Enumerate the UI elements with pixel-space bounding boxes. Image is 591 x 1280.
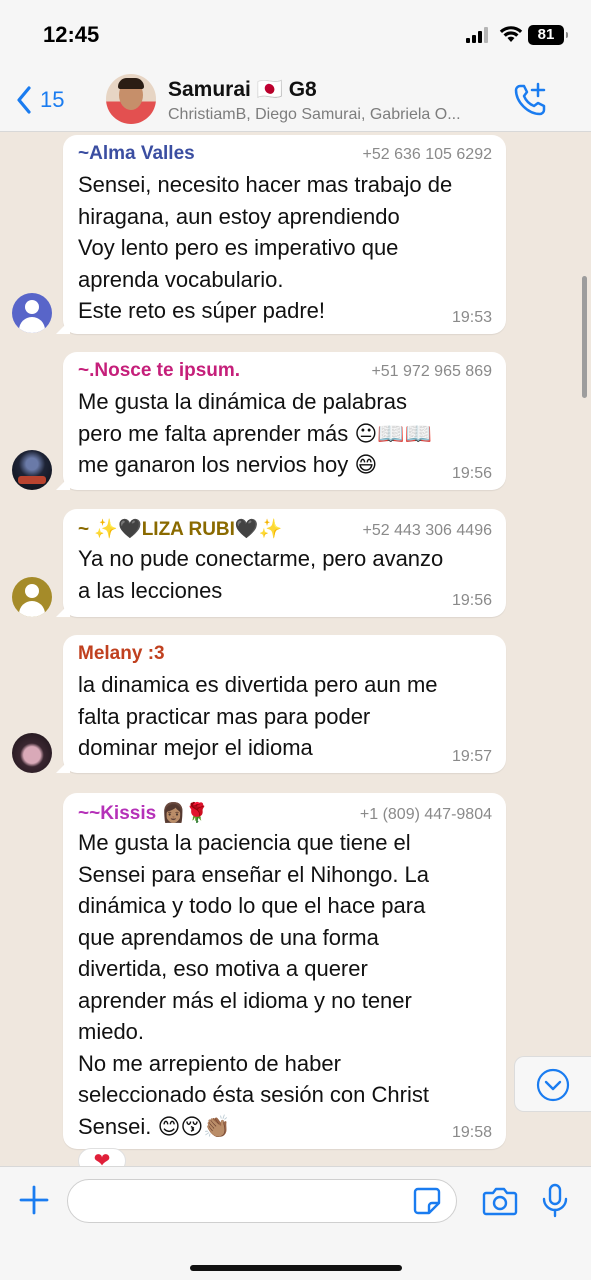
sender-avatar[interactable] (12, 577, 52, 617)
group-title[interactable]: Samurai 🇯🇵 G8 (168, 78, 317, 102)
message-bubble[interactable]: ~ ✨🖤LIZA RUBI🖤✨ +52 443 306 4496 Ya no p… (56, 509, 506, 617)
sender-avatar[interactable] (12, 733, 52, 773)
group-members[interactable]: ChristiamB, Diego Samurai, Gabriela O... (168, 106, 496, 124)
battery-indicator: 81 (528, 25, 568, 45)
sender-name[interactable]: ~~Kissis 👩🏽🌹 (78, 801, 209, 825)
composer-bar (0, 1166, 591, 1280)
cellular-signal-icon (466, 27, 488, 43)
sender-phone: +52 636 105 6292 (362, 146, 492, 163)
chevron-down-circle-icon (536, 1068, 570, 1102)
add-call-icon[interactable] (512, 82, 548, 118)
message-bubble[interactable]: ~~Kissis 👩🏽🌹 +1 (809) 447-9804 Me gusta … (63, 793, 506, 1149)
camera-icon[interactable] (482, 1185, 518, 1217)
wifi-icon (499, 26, 523, 42)
message-time: 19:56 (451, 592, 492, 609)
message-bubble[interactable]: Melany :3 la dinamica es divertida pero … (56, 635, 506, 773)
unread-count: 15 (40, 87, 65, 112)
chat-area[interactable]: ~Alma Valles +52 636 105 6292 Sensei, ne… (0, 132, 591, 1166)
message-text: Sensei, necesito hacer mas trabajo de hi… (78, 172, 453, 323)
message-time: 19:58 (451, 1124, 492, 1141)
chevron-left-icon (17, 86, 31, 114)
message-text: la dinamica es divertida pero aun me fal… (78, 672, 438, 760)
message-input[interactable] (67, 1179, 457, 1223)
chat-header: 15 Samurai 🇯🇵 G8 ChristiamB, Diego Samur… (0, 70, 591, 132)
message-text: Ya no pude conectarme, pero avanzo a las… (78, 546, 444, 603)
back-button[interactable]: 15 (16, 82, 64, 118)
message-bubble[interactable]: ~Alma Valles +52 636 105 6292 Sensei, ne… (56, 135, 506, 334)
message-time: 19:56 (451, 465, 492, 482)
group-avatar[interactable] (106, 74, 156, 124)
status-time: 12:45 (43, 22, 100, 47)
sender-name[interactable]: ~ ✨🖤LIZA RUBI🖤✨ (78, 517, 282, 541)
status-bar: 12:45 81 (0, 0, 591, 70)
plus-icon[interactable] (18, 1184, 50, 1216)
message-text: Me gusta la dinámica de palabras pero me… (78, 389, 433, 477)
message-time: 19:57 (451, 748, 492, 765)
sticker-icon[interactable] (412, 1186, 442, 1216)
home-indicator (190, 1265, 402, 1271)
sender-avatar[interactable] (12, 450, 52, 490)
sender-name[interactable]: Melany :3 (78, 643, 165, 665)
sender-avatar[interactable] (12, 293, 52, 333)
scrollbar[interactable] (582, 276, 587, 398)
message-bubble[interactable]: ~.Nosce te ipsum. +51 972 965 869 Me gus… (56, 352, 506, 490)
sender-phone: +51 972 965 869 (371, 363, 492, 380)
heart-reaction[interactable]: ❤ (78, 1148, 126, 1166)
sender-name[interactable]: ~.Nosce te ipsum. (78, 360, 240, 382)
sender-phone: +52 443 306 4496 (362, 522, 492, 539)
message-time: 19:53 (451, 309, 492, 326)
message-text: Me gusta la paciencia que tiene el Sense… (78, 830, 430, 1139)
scroll-to-bottom-button[interactable] (514, 1056, 591, 1112)
microphone-icon[interactable] (540, 1183, 570, 1219)
sender-name[interactable]: ~Alma Valles (78, 143, 195, 165)
sender-phone: +1 (809) 447-9804 (359, 806, 492, 823)
